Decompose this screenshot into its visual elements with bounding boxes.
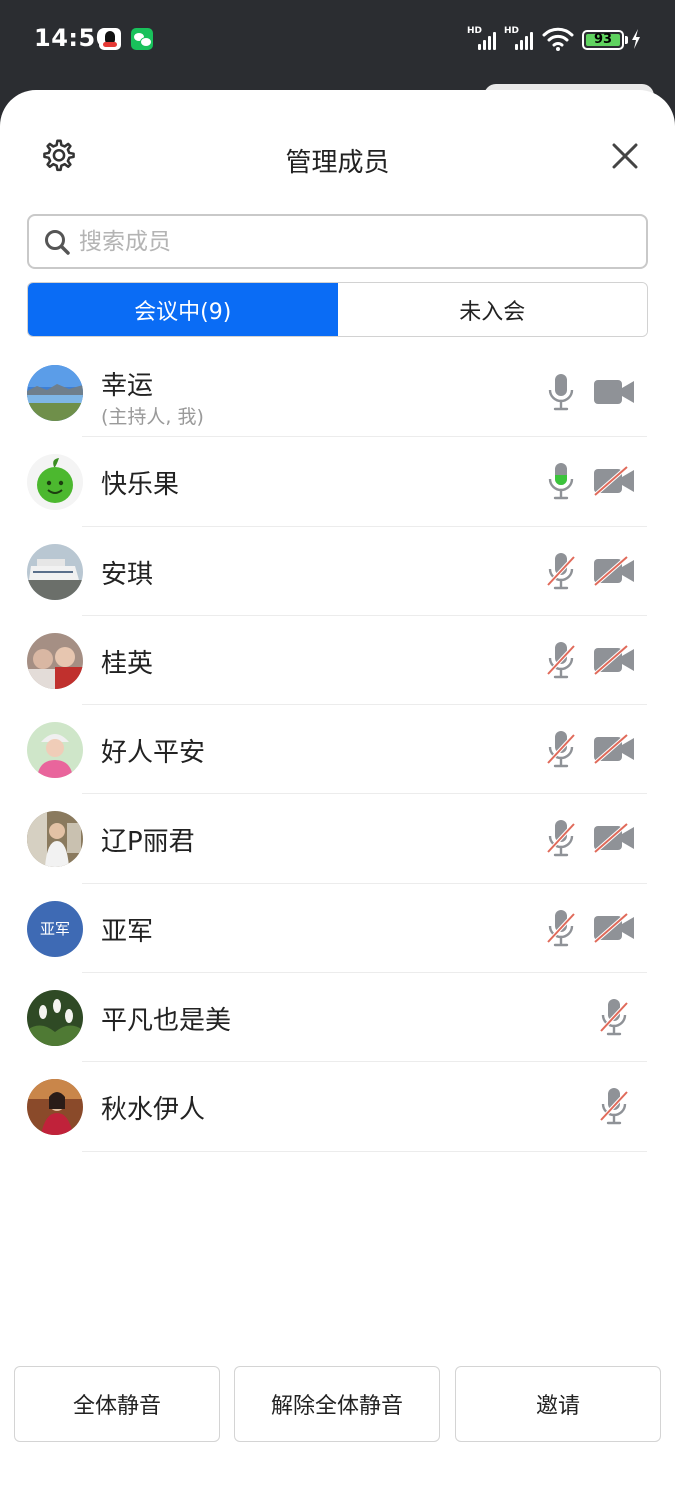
member-row[interactable]: 好人平安	[0, 705, 675, 795]
avatar	[27, 454, 83, 511]
action-bar: 全体静音 解除全体静音 邀请	[0, 1366, 675, 1446]
member-row[interactable]: 桂英	[0, 616, 675, 706]
member-tabs: 会议中(9) 未入会	[27, 282, 648, 337]
member-row[interactable]: 快乐果	[0, 437, 675, 527]
tab-in-meeting[interactable]: 会议中(9)	[28, 283, 338, 336]
wechat-icon	[131, 28, 153, 50]
microphone-icon[interactable]	[546, 372, 576, 412]
battery-cap	[625, 36, 628, 44]
member-name: 秋水伊人	[101, 1095, 206, 1126]
avatar	[27, 722, 83, 779]
camera-off-icon[interactable]	[592, 732, 636, 766]
microphone-muted-icon[interactable]	[546, 908, 576, 948]
tab-not-joined[interactable]: 未入会	[337, 283, 647, 336]
avatar	[27, 990, 83, 1047]
manage-members-sheet: 管理成员 会议中(9) 未入会 幸运 (主持人	[0, 90, 675, 1500]
signal-hd-icon: HD	[467, 26, 497, 50]
avatar	[27, 632, 83, 689]
avatar	[27, 811, 83, 868]
member-name: 安琪	[101, 559, 154, 590]
wifi-icon	[542, 27, 574, 51]
camera-off-icon[interactable]	[592, 554, 636, 588]
microphone-muted-icon[interactable]	[546, 640, 576, 680]
unmute-all-button[interactable]: 解除全体静音	[234, 1366, 440, 1442]
camera-off-icon[interactable]	[592, 643, 636, 677]
camera-off-icon[interactable]	[592, 464, 636, 498]
member-list: 幸运 (主持人, 我) 快乐果 安琪 桂英 好人平安 辽P丽君 亚军 亚军 平凡…	[0, 348, 675, 1152]
avatar-initials: 亚军	[27, 900, 83, 957]
avatar	[27, 365, 83, 421]
battery-level: 93	[593, 32, 613, 47]
close-icon[interactable]	[609, 140, 641, 172]
avatar	[27, 1079, 83, 1136]
charging-icon	[632, 29, 640, 49]
member-row[interactable]: 安琪	[0, 527, 675, 616]
qq-icon	[99, 28, 121, 50]
member-row[interactable]: 幸运 (主持人, 我)	[0, 348, 675, 438]
member-name: 好人平安	[101, 738, 206, 769]
avatar: 亚军	[27, 900, 83, 957]
signal-hd-icon: HD	[504, 26, 534, 50]
member-name: 辽P丽君	[101, 827, 195, 858]
invite-button[interactable]: 邀请	[455, 1366, 661, 1442]
member-row[interactable]: 秋水伊人	[0, 1062, 675, 1152]
camera-off-icon[interactable]	[592, 821, 636, 855]
member-name: 桂英	[101, 648, 154, 679]
camera-off-icon[interactable]	[592, 911, 636, 945]
avatar	[27, 543, 83, 600]
member-name: 平凡也是美	[101, 1006, 232, 1037]
search-box[interactable]	[27, 214, 648, 269]
microphone-muted-icon[interactable]	[546, 551, 576, 591]
member-role: (主持人, 我)	[101, 406, 204, 428]
mute-all-button[interactable]: 全体静音	[14, 1366, 220, 1442]
microphone-muted-icon[interactable]	[599, 1086, 629, 1126]
member-row[interactable]: 亚军 亚军	[0, 884, 675, 974]
microphone-muted-icon[interactable]	[546, 729, 576, 769]
member-row[interactable]: 平凡也是美	[0, 973, 675, 1063]
member-name: 幸运	[101, 371, 154, 401]
camera-icon[interactable]	[592, 375, 636, 409]
member-name: 亚军	[101, 916, 154, 947]
microphone-muted-icon[interactable]	[599, 997, 629, 1037]
microphone-muted-icon[interactable]	[546, 818, 576, 858]
search-input[interactable]	[79, 222, 619, 262]
member-name: 快乐果	[101, 470, 180, 501]
status-bar: 14:50 HD HD 93	[0, 0, 675, 80]
search-icon	[45, 230, 70, 255]
battery-icon: 93	[582, 30, 624, 50]
microphone-icon[interactable]	[546, 461, 576, 501]
member-row[interactable]: 辽P丽君	[0, 794, 675, 884]
page-title: 管理成员	[285, 148, 390, 178]
